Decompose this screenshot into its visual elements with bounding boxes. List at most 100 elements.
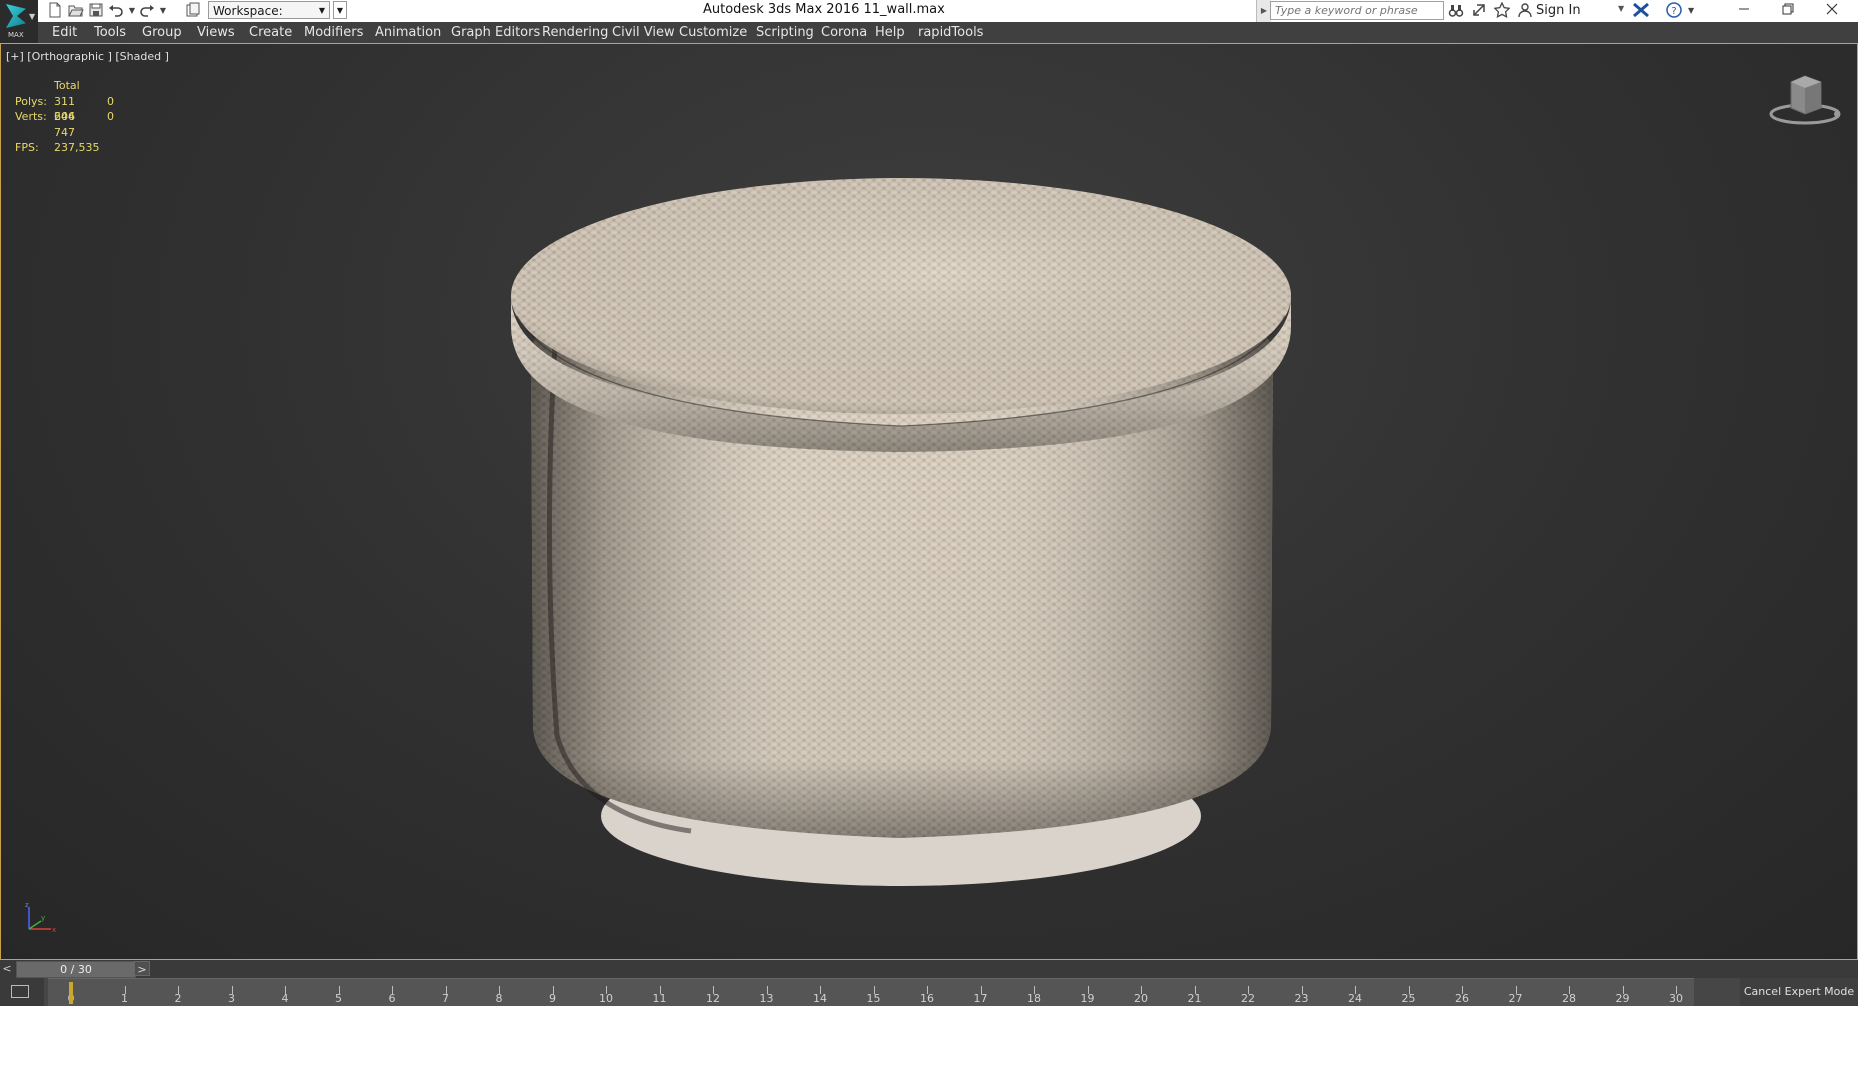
polys-label: Polys: (15, 94, 47, 108)
timeline-tick-label: 27 (1508, 992, 1523, 1005)
timeline-tick-label: 20 (1134, 992, 1148, 1005)
timeline-tick-label: 15 (866, 992, 881, 1005)
polys-selected: 0 (107, 94, 114, 108)
timeline-tick-label: 9 (549, 992, 556, 1005)
menu-edit[interactable]: Edit (52, 25, 77, 40)
cancel-expert-mode-button[interactable]: Cancel Expert Mode (1740, 978, 1858, 1006)
menu-scripting[interactable]: Scripting (756, 25, 814, 40)
timeline-tick-label: 2 (174, 992, 182, 1005)
project-folder-icon[interactable] (184, 2, 202, 20)
ottoman-model[interactable] (511, 126, 1291, 926)
timeline-tick-label: 6 (388, 992, 396, 1005)
timeline-tick-label: 30 (1669, 992, 1683, 1005)
menu-corona[interactable]: Corona (821, 25, 867, 40)
timeline-tick-label: 23 (1294, 992, 1309, 1005)
open-file-icon[interactable] (67, 2, 85, 20)
timeline-tick-label: 17 (973, 992, 988, 1005)
viewcube-icon[interactable] (1767, 70, 1843, 126)
previous-frame-button[interactable]: < (0, 960, 14, 978)
timeline-tick-label: 19 (1080, 992, 1095, 1005)
save-icon[interactable] (87, 2, 105, 20)
timeline-tick-label: 7 (442, 992, 449, 1005)
timeline-tick-label: 13 (759, 992, 774, 1005)
empty-area (0, 1006, 1858, 1080)
timeline-tick-label: 24 (1348, 992, 1362, 1005)
track-bar: 0123456789101112131415161718192021222324… (0, 978, 1858, 1007)
chevron-down-icon[interactable]: ▼ (1618, 4, 1624, 13)
axis-tripod-icon: z x y (25, 901, 56, 934)
frame-ruler[interactable]: 0123456789101112131415161718192021222324… (48, 978, 1694, 1007)
menu-group[interactable]: Group (142, 25, 182, 40)
timeline-tick-label: 16 (920, 992, 934, 1005)
timeline-tick-label: 12 (706, 992, 720, 1005)
star-icon[interactable] (1493, 1, 1511, 23)
time-slider[interactable]: < 0 / 30 > (0, 960, 1858, 978)
user-icon (1517, 2, 1533, 23)
chevron-down-icon[interactable]: ▼ (1688, 2, 1694, 20)
menu-bar: Edit Tools Group Views Create Modifiers … (38, 22, 1858, 43)
svg-text:y: y (41, 914, 45, 922)
close-button[interactable] (1810, 0, 1854, 22)
svg-text:?: ? (1671, 6, 1676, 17)
fps-label: FPS: (15, 141, 39, 154)
timeline-tick-label: 11 (652, 992, 667, 1005)
menu-modifiers[interactable]: Modifiers (304, 25, 363, 40)
timeline-tick-label: 5 (335, 992, 342, 1005)
viewport[interactable]: [+] [Orthographic ] [Shaded ] Total Poly… (0, 43, 1858, 960)
menu-tools[interactable]: Tools (94, 25, 126, 40)
chevron-down-icon: ▼ (29, 12, 36, 21)
timeline-tick-label: 4 (281, 992, 289, 1005)
minimize-button[interactable] (1722, 0, 1766, 22)
timeline-tick-label: 28 (1562, 992, 1576, 1005)
timeline-tick-label: 18 (1027, 992, 1041, 1005)
title-bar: MAX ▼ ▼ ▼ Workspace: Default ▼ ▼ Autodes… (0, 0, 1858, 43)
search-input[interactable] (1270, 1, 1444, 20)
subscription-icon[interactable] (1471, 2, 1487, 23)
timeline-tick-label: 21 (1187, 992, 1202, 1005)
curve-editor-icon (11, 985, 29, 998)
verts-label: Verts: (15, 110, 47, 123)
new-file-icon[interactable] (46, 2, 64, 20)
help-icon[interactable]: ? (1666, 2, 1682, 23)
time-slider-thumb[interactable]: 0 / 30 (16, 961, 136, 978)
timeline-tick-label: 8 (495, 992, 503, 1005)
menu-create[interactable]: Create (249, 25, 292, 40)
workspace-dropdown[interactable]: Workspace: Default ▼ (208, 1, 330, 36)
verts-selected: 0 (107, 110, 114, 123)
timeline-tick-label: 1 (121, 992, 128, 1005)
timeline-tick-label: 25 (1401, 992, 1416, 1005)
svg-text:z: z (25, 901, 29, 909)
window-title: Autodesk 3ds Max 2016 11_wall.max (703, 2, 945, 17)
app-logo-text: MAX (8, 31, 24, 39)
timeline-tick-label: 22 (1241, 992, 1255, 1005)
next-frame-button[interactable]: > (134, 961, 150, 976)
customize-quick-access-button[interactable]: ▼ (333, 1, 347, 19)
viewport-label-menu[interactable]: [+] [Orthographic ] [Shaded ] (6, 50, 169, 63)
menu-rapidtools[interactable]: rapidTools (918, 25, 983, 40)
restore-button[interactable] (1766, 0, 1810, 22)
timeline-tick-label: 10 (599, 992, 613, 1005)
sign-in-button[interactable]: Sign In (1536, 3, 1581, 18)
timeline-tick-label: 3 (228, 992, 235, 1005)
menu-views[interactable]: Views (197, 25, 235, 40)
menu-animation[interactable]: Animation (375, 25, 441, 40)
stats-header: Total (54, 79, 80, 92)
timeline-tick-label: 29 (1615, 992, 1630, 1005)
menu-customize[interactable]: Customize (679, 25, 747, 40)
menu-graph-editors[interactable]: Graph Editors (451, 25, 540, 40)
binoculars-icon[interactable] (1448, 2, 1464, 23)
chevron-down-icon: ▼ (318, 6, 325, 15)
application-button[interactable]: MAX ▼ (0, 0, 38, 43)
redo-dropdown-icon[interactable]: ▼ (154, 2, 172, 20)
current-frame-marker[interactable] (69, 982, 73, 1004)
infocenter-collapse-button[interactable]: ▶ (1256, 0, 1271, 22)
verts-total: 244 747 (54, 110, 75, 139)
fps-value: 237,535 (54, 141, 100, 154)
exchange-icon[interactable] (1632, 2, 1650, 23)
menu-civil-view[interactable]: Civil View (612, 25, 675, 40)
svg-text:x: x (52, 926, 56, 934)
mini-curve-editor-toggle[interactable] (0, 978, 44, 1006)
menu-rendering[interactable]: Rendering (542, 25, 608, 40)
max-logo-icon (6, 4, 26, 28)
menu-help[interactable]: Help (875, 25, 905, 40)
